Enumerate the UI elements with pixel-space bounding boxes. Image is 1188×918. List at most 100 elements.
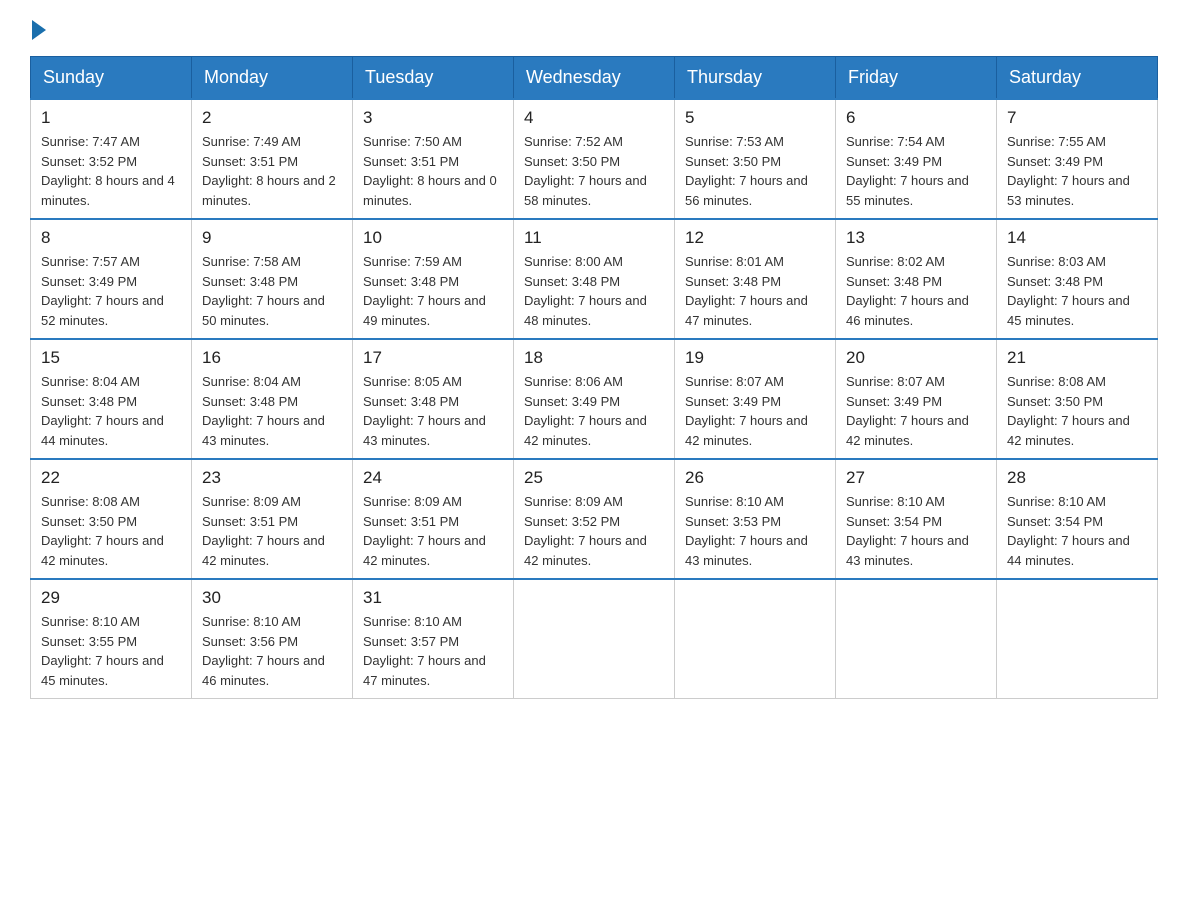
day-info: Sunrise: 7:50 AMSunset: 3:51 PMDaylight:… bbox=[363, 132, 503, 210]
day-number: 15 bbox=[41, 348, 181, 368]
calendar-cell bbox=[675, 579, 836, 699]
calendar-cell: 9 Sunrise: 7:58 AMSunset: 3:48 PMDaylight… bbox=[192, 219, 353, 339]
day-info: Sunrise: 7:55 AMSunset: 3:49 PMDaylight:… bbox=[1007, 132, 1147, 210]
day-info: Sunrise: 8:09 AMSunset: 3:52 PMDaylight:… bbox=[524, 492, 664, 570]
day-info: Sunrise: 8:04 AMSunset: 3:48 PMDaylight:… bbox=[202, 372, 342, 450]
column-header-tuesday: Tuesday bbox=[353, 57, 514, 100]
column-header-friday: Friday bbox=[836, 57, 997, 100]
logo bbox=[30, 20, 46, 38]
calendar-cell: 2 Sunrise: 7:49 AMSunset: 3:51 PMDaylight… bbox=[192, 99, 353, 219]
calendar-week-row: 1Sunrise: 7:47 AMSunset: 3:52 PMDaylight… bbox=[31, 99, 1158, 219]
day-info: Sunrise: 8:10 AMSunset: 3:57 PMDaylight:… bbox=[363, 612, 503, 690]
day-info: Sunrise: 8:07 AMSunset: 3:49 PMDaylight:… bbox=[846, 372, 986, 450]
day-info: Sunrise: 7:52 AMSunset: 3:50 PMDaylight:… bbox=[524, 132, 664, 210]
day-number: 2 bbox=[202, 108, 342, 128]
calendar-cell: 21 Sunrise: 8:08 AMSunset: 3:50 PMDayligh… bbox=[997, 339, 1158, 459]
calendar-cell: 10Sunrise: 7:59 AMSunset: 3:48 PMDayligh… bbox=[353, 219, 514, 339]
day-info: Sunrise: 8:04 AMSunset: 3:48 PMDaylight:… bbox=[41, 372, 181, 450]
calendar-cell: 18 Sunrise: 8:06 AMSunset: 3:49 PMDayligh… bbox=[514, 339, 675, 459]
day-info: Sunrise: 8:00 AMSunset: 3:48 PMDaylight:… bbox=[524, 252, 664, 330]
calendar-cell: 3Sunrise: 7:50 AMSunset: 3:51 PMDaylight… bbox=[353, 99, 514, 219]
calendar-cell: 8Sunrise: 7:57 AMSunset: 3:49 PMDaylight… bbox=[31, 219, 192, 339]
calendar-header-row: SundayMondayTuesdayWednesdayThursdayFrid… bbox=[31, 57, 1158, 100]
day-number: 27 bbox=[846, 468, 986, 488]
calendar-cell: 16 Sunrise: 8:04 AMSunset: 3:48 PMDayligh… bbox=[192, 339, 353, 459]
calendar-week-row: 22 Sunrise: 8:08 AMSunset: 3:50 PMDayligh… bbox=[31, 459, 1158, 579]
day-number: 5 bbox=[685, 108, 825, 128]
day-number: 9 bbox=[202, 228, 342, 248]
day-number: 14 bbox=[1007, 228, 1147, 248]
calendar-cell: 27 Sunrise: 8:10 AMSunset: 3:54 PMDayligh… bbox=[836, 459, 997, 579]
day-number: 17 bbox=[363, 348, 503, 368]
day-info: Sunrise: 8:06 AMSunset: 3:49 PMDaylight:… bbox=[524, 372, 664, 450]
calendar-week-row: 15 Sunrise: 8:04 AMSunset: 3:48 PMDayligh… bbox=[31, 339, 1158, 459]
day-number: 1 bbox=[41, 108, 181, 128]
day-info: Sunrise: 7:58 AMSunset: 3:48 PMDaylight:… bbox=[202, 252, 342, 330]
day-info: Sunrise: 8:10 AMSunset: 3:55 PMDaylight:… bbox=[41, 612, 181, 690]
calendar-cell: 23 Sunrise: 8:09 AMSunset: 3:51 PMDayligh… bbox=[192, 459, 353, 579]
calendar-cell: 17Sunrise: 8:05 AMSunset: 3:48 PMDayligh… bbox=[353, 339, 514, 459]
day-number: 26 bbox=[685, 468, 825, 488]
calendar-cell: 4Sunrise: 7:52 AMSunset: 3:50 PMDaylight… bbox=[514, 99, 675, 219]
day-info: Sunrise: 8:09 AMSunset: 3:51 PMDaylight:… bbox=[202, 492, 342, 570]
column-header-sunday: Sunday bbox=[31, 57, 192, 100]
day-info: Sunrise: 8:01 AMSunset: 3:48 PMDaylight:… bbox=[685, 252, 825, 330]
day-info: Sunrise: 7:49 AMSunset: 3:51 PMDaylight:… bbox=[202, 132, 342, 210]
day-number: 23 bbox=[202, 468, 342, 488]
calendar-cell: 22 Sunrise: 8:08 AMSunset: 3:50 PMDayligh… bbox=[31, 459, 192, 579]
day-number: 19 bbox=[685, 348, 825, 368]
day-info: Sunrise: 8:10 AMSunset: 3:54 PMDaylight:… bbox=[846, 492, 986, 570]
day-number: 11 bbox=[524, 228, 664, 248]
calendar-cell bbox=[514, 579, 675, 699]
calendar-cell: 29 Sunrise: 8:10 AMSunset: 3:55 PMDayligh… bbox=[31, 579, 192, 699]
day-number: 30 bbox=[202, 588, 342, 608]
calendar-cell: 26 Sunrise: 8:10 AMSunset: 3:53 PMDayligh… bbox=[675, 459, 836, 579]
calendar-cell: 24Sunrise: 8:09 AMSunset: 3:51 PMDayligh… bbox=[353, 459, 514, 579]
calendar-cell: 30 Sunrise: 8:10 AMSunset: 3:56 PMDayligh… bbox=[192, 579, 353, 699]
day-info: Sunrise: 7:53 AMSunset: 3:50 PMDaylight:… bbox=[685, 132, 825, 210]
day-info: Sunrise: 8:10 AMSunset: 3:53 PMDaylight:… bbox=[685, 492, 825, 570]
calendar-cell: 11 Sunrise: 8:00 AMSunset: 3:48 PMDayligh… bbox=[514, 219, 675, 339]
day-number: 12 bbox=[685, 228, 825, 248]
calendar-cell bbox=[836, 579, 997, 699]
column-header-saturday: Saturday bbox=[997, 57, 1158, 100]
calendar-cell: 1Sunrise: 7:47 AMSunset: 3:52 PMDaylight… bbox=[31, 99, 192, 219]
day-info: Sunrise: 8:10 AMSunset: 3:54 PMDaylight:… bbox=[1007, 492, 1147, 570]
day-number: 29 bbox=[41, 588, 181, 608]
day-number: 7 bbox=[1007, 108, 1147, 128]
logo-triangle-icon bbox=[32, 20, 46, 40]
day-info: Sunrise: 8:08 AMSunset: 3:50 PMDaylight:… bbox=[1007, 372, 1147, 450]
day-number: 24 bbox=[363, 468, 503, 488]
calendar-cell: 6 Sunrise: 7:54 AMSunset: 3:49 PMDaylight… bbox=[836, 99, 997, 219]
day-info: Sunrise: 8:03 AMSunset: 3:48 PMDaylight:… bbox=[1007, 252, 1147, 330]
day-number: 31 bbox=[363, 588, 503, 608]
day-number: 16 bbox=[202, 348, 342, 368]
day-number: 13 bbox=[846, 228, 986, 248]
day-number: 22 bbox=[41, 468, 181, 488]
day-number: 21 bbox=[1007, 348, 1147, 368]
calendar-week-row: 8Sunrise: 7:57 AMSunset: 3:49 PMDaylight… bbox=[31, 219, 1158, 339]
column-header-monday: Monday bbox=[192, 57, 353, 100]
calendar-week-row: 29 Sunrise: 8:10 AMSunset: 3:55 PMDayligh… bbox=[31, 579, 1158, 699]
day-number: 20 bbox=[846, 348, 986, 368]
day-number: 8 bbox=[41, 228, 181, 248]
calendar-cell: 7 Sunrise: 7:55 AMSunset: 3:49 PMDaylight… bbox=[997, 99, 1158, 219]
calendar-cell: 31 Sunrise: 8:10 AMSunset: 3:57 PMDayligh… bbox=[353, 579, 514, 699]
calendar-cell: 20 Sunrise: 8:07 AMSunset: 3:49 PMDayligh… bbox=[836, 339, 997, 459]
day-info: Sunrise: 8:08 AMSunset: 3:50 PMDaylight:… bbox=[41, 492, 181, 570]
day-number: 28 bbox=[1007, 468, 1147, 488]
day-number: 18 bbox=[524, 348, 664, 368]
calendar-cell: 28 Sunrise: 8:10 AMSunset: 3:54 PMDayligh… bbox=[997, 459, 1158, 579]
calendar-cell: 19 Sunrise: 8:07 AMSunset: 3:49 PMDayligh… bbox=[675, 339, 836, 459]
calendar-cell: 25Sunrise: 8:09 AMSunset: 3:52 PMDayligh… bbox=[514, 459, 675, 579]
day-info: Sunrise: 8:07 AMSunset: 3:49 PMDaylight:… bbox=[685, 372, 825, 450]
calendar-cell: 14 Sunrise: 8:03 AMSunset: 3:48 PMDayligh… bbox=[997, 219, 1158, 339]
day-info: Sunrise: 7:59 AMSunset: 3:48 PMDaylight:… bbox=[363, 252, 503, 330]
calendar-cell bbox=[997, 579, 1158, 699]
calendar-cell: 5 Sunrise: 7:53 AMSunset: 3:50 PMDaylight… bbox=[675, 99, 836, 219]
day-info: Sunrise: 7:54 AMSunset: 3:49 PMDaylight:… bbox=[846, 132, 986, 210]
day-info: Sunrise: 8:10 AMSunset: 3:56 PMDaylight:… bbox=[202, 612, 342, 690]
page-header bbox=[30, 20, 1158, 38]
calendar-table: SundayMondayTuesdayWednesdayThursdayFrid… bbox=[30, 56, 1158, 699]
day-number: 6 bbox=[846, 108, 986, 128]
